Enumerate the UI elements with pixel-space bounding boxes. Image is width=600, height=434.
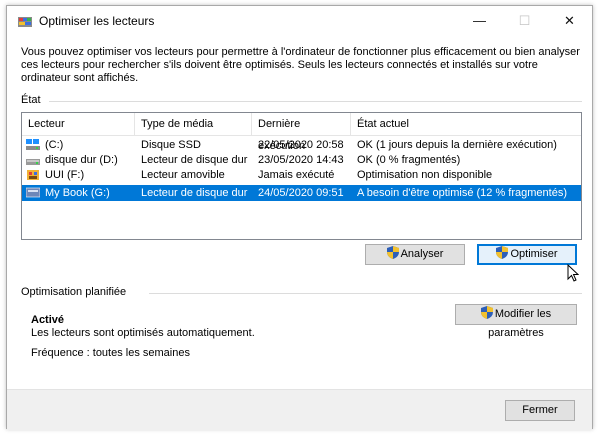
column-header-last-run[interactable]: Dernière exécution xyxy=(252,113,351,152)
media-type: Disque SSD xyxy=(141,139,201,151)
ssd-drive-icon xyxy=(26,139,40,150)
media-type: Lecteur amovible xyxy=(141,169,225,181)
last-run: Jamais exécuté xyxy=(258,169,335,181)
defrag-app-icon xyxy=(18,17,32,27)
scheduled-group-label: Optimisation planifiée xyxy=(21,286,127,298)
analyze-button-label: Analyser xyxy=(400,248,444,260)
column-header-media-type[interactable]: Type de média xyxy=(135,113,252,135)
optimize-drives-window: Optimiser les lecteurs — ☐ ✕ Vous pouvez… xyxy=(6,5,593,430)
column-header-current-status[interactable]: État actuel xyxy=(351,113,551,135)
current-status: OK (0 % fragmentés) xyxy=(357,154,461,166)
scheduled-frequency: Fréquence : toutes les semaines xyxy=(31,347,190,359)
removable-drive-icon xyxy=(27,170,39,180)
status-group-label: État xyxy=(21,94,41,106)
drives-list[interactable]: Lecteur Type de média Dernière exécution… xyxy=(21,112,582,240)
maximize-button[interactable]: ☐ xyxy=(502,6,547,36)
last-run: 22/05/2020 20:58 xyxy=(258,139,344,151)
mouse-pointer-icon xyxy=(567,264,579,282)
close-window-button[interactable]: ✕ xyxy=(547,6,592,36)
drive-row-f[interactable]: UUI (F:) Lecteur amovible Jamais exécuté… xyxy=(22,168,581,183)
drive-row-g-selected[interactable]: My Book (G:) Lecteur de disque dur 24/05… xyxy=(22,185,581,201)
column-header-drive[interactable]: Lecteur xyxy=(22,113,135,135)
minimize-button[interactable]: — xyxy=(457,6,502,36)
scheduled-description: Les lecteurs sont optimisés automatiquem… xyxy=(31,327,255,339)
optimize-button-label: Optimiser xyxy=(510,248,558,260)
title-bar: Optimiser les lecteurs — ☐ ✕ xyxy=(7,6,592,36)
analyze-button[interactable]: Analyser xyxy=(365,244,465,265)
change-settings-button[interactable]: Modifier les paramètres xyxy=(455,304,577,339)
drives-list-header: Lecteur Type de média Dernière exécution… xyxy=(22,113,581,152)
media-type: Lecteur de disque dur xyxy=(141,154,248,166)
current-status: OK (1 jours depuis la dernière exécution… xyxy=(357,139,557,151)
change-settings-label: Modifier les paramètres xyxy=(488,308,552,339)
current-status: A besoin d'être optimisé (12 % fragmenté… xyxy=(357,187,567,199)
uac-shield-icon xyxy=(480,306,493,319)
drive-name: (C:) xyxy=(45,139,64,151)
scheduled-group-divider xyxy=(149,293,582,294)
description-text: Vous pouvez optimiser vos lecteurs pour … xyxy=(21,46,580,84)
last-run: 23/05/2020 14:43 xyxy=(258,154,344,166)
last-run: 24/05/2020 09:51 xyxy=(258,187,344,199)
drive-name: UUI (F:) xyxy=(45,169,85,181)
uac-shield-icon xyxy=(496,246,509,259)
drive-row-c[interactable]: (C:) Disque SSD 22/05/2020 20:58 OK (1 j… xyxy=(22,138,581,153)
current-status: Optimisation non disponible xyxy=(357,169,493,181)
scheduled-state: Activé xyxy=(31,314,65,326)
hard-drive-icon xyxy=(26,159,40,165)
media-type: Lecteur de disque dur xyxy=(141,187,248,199)
dialog-footer: Fermer xyxy=(7,389,592,430)
uac-shield-icon xyxy=(386,246,399,259)
close-button[interactable]: Fermer xyxy=(505,400,575,421)
external-drive-icon xyxy=(26,187,40,198)
drive-name: disque dur (D:) xyxy=(45,154,118,166)
optimize-button[interactable]: Optimiser xyxy=(477,244,577,265)
drive-row-d[interactable]: disque dur (D:) Lecteur de disque dur 23… xyxy=(22,153,581,168)
window-title: Optimiser les lecteurs xyxy=(39,14,155,28)
status-group-divider xyxy=(49,101,582,102)
drive-name: My Book (G:) xyxy=(45,187,110,199)
